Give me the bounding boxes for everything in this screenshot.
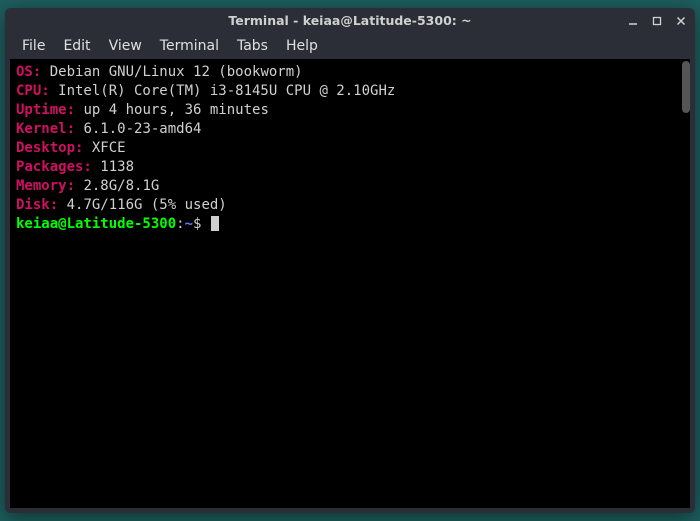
prompt-line: keiaa@Latitude-5300:~$ — [16, 215, 684, 234]
prompt-path: ~ — [185, 216, 193, 232]
menu-edit[interactable]: Edit — [54, 35, 99, 57]
prompt-dollar: $ — [193, 216, 210, 232]
label: Uptime: — [16, 102, 75, 118]
sysinfo-uptime: Uptime: up 4 hours, 36 minutes — [16, 101, 684, 120]
label: Memory: — [16, 178, 75, 194]
sysinfo-disk: Disk: 4.7G/116G (5% used) — [16, 196, 684, 215]
prompt-user-host: keiaa@Latitude-5300 — [16, 216, 176, 232]
label: OS: — [16, 64, 41, 80]
close-button[interactable] — [673, 13, 689, 29]
menu-terminal[interactable]: Terminal — [151, 35, 228, 57]
menu-tabs[interactable]: Tabs — [228, 35, 277, 57]
value: up 4 hours, 36 minutes — [75, 102, 269, 118]
window-title: Terminal - keiaa@Latitude-5300: ~ — [228, 13, 471, 28]
value: XFCE — [83, 140, 125, 156]
value: 6.1.0-23-amd64 — [75, 121, 201, 137]
sysinfo-packages: Packages: 1138 — [16, 158, 684, 177]
value: Intel(R) Core(TM) i3-8145U CPU @ 2.10GHz — [50, 83, 396, 99]
label: Packages: — [16, 159, 92, 175]
sysinfo-os: OS: Debian GNU/Linux 12 (bookworm) — [16, 63, 684, 82]
titlebar[interactable]: Terminal - keiaa@Latitude-5300: ~ — [5, 8, 695, 33]
terminal-window: Terminal - keiaa@Latitude-5300: ~ File E… — [5, 8, 695, 513]
label: Disk: — [16, 197, 58, 213]
label: CPU: — [16, 83, 50, 99]
sysinfo-cpu: CPU: Intel(R) Core(TM) i3-8145U CPU @ 2.… — [16, 82, 684, 101]
cursor-block — [211, 216, 219, 231]
menu-file[interactable]: File — [13, 35, 54, 57]
value: 2.8G/8.1G — [75, 178, 159, 194]
menu-view[interactable]: View — [100, 35, 151, 57]
sysinfo-kernel: Kernel: 6.1.0-23-amd64 — [16, 120, 684, 139]
menu-help[interactable]: Help — [277, 35, 327, 57]
window-controls — [625, 8, 689, 33]
terminal-viewport[interactable]: OS: Debian GNU/Linux 12 (bookworm) CPU: … — [10, 59, 690, 508]
label: Kernel: — [16, 121, 75, 137]
sysinfo-memory: Memory: 2.8G/8.1G — [16, 177, 684, 196]
value: 1138 — [92, 159, 134, 175]
label: Desktop: — [16, 140, 83, 156]
value: 4.7G/116G (5% used) — [58, 197, 227, 213]
menubar: File Edit View Terminal Tabs Help — [5, 33, 695, 59]
scrollbar-thumb[interactable] — [682, 61, 690, 113]
prompt-colon: : — [176, 216, 184, 232]
sysinfo-desktop: Desktop: XFCE — [16, 139, 684, 158]
value: Debian GNU/Linux 12 (bookworm) — [41, 64, 302, 80]
minimize-button[interactable] — [625, 13, 641, 29]
maximize-button[interactable] — [649, 13, 665, 29]
